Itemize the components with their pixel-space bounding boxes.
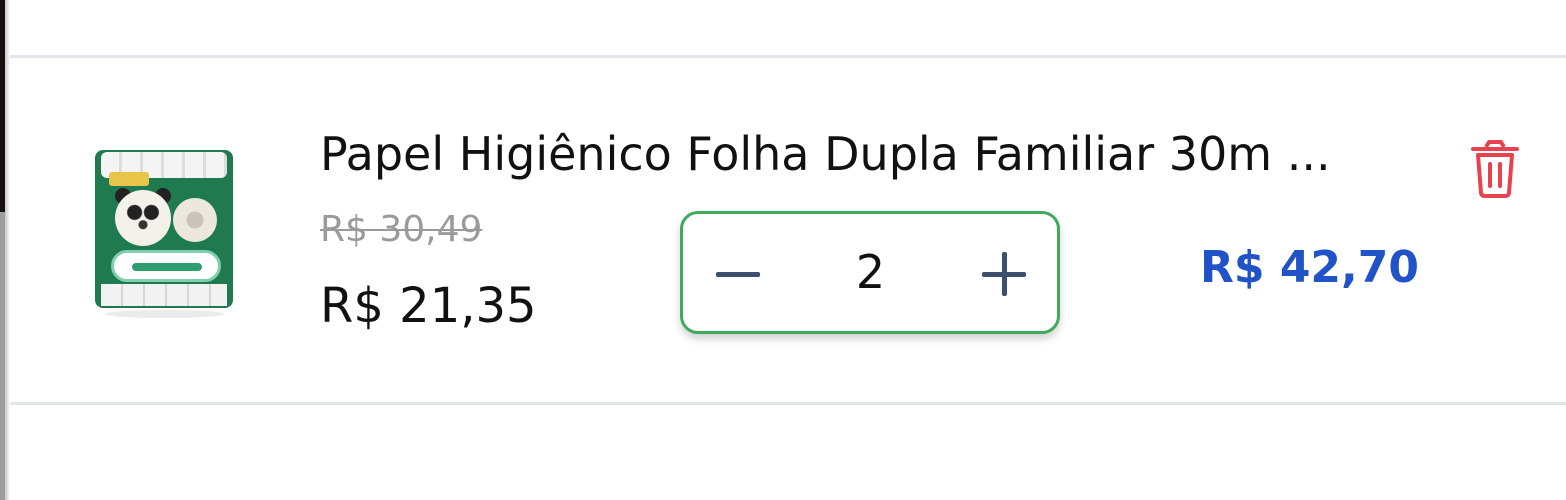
line-total-price: R$ 42,70 — [1200, 242, 1419, 293]
toilet-paper-package-icon — [95, 150, 233, 308]
product-image[interactable] — [95, 150, 245, 366]
divider-bottom — [10, 402, 1566, 405]
trash-icon — [1471, 140, 1519, 198]
quantity-input[interactable] — [803, 242, 938, 302]
cart-item-row: Papel Higiênico Folha Dupla Familiar 30m… — [10, 58, 1566, 402]
remove-item-button[interactable] — [1465, 138, 1525, 200]
old-price: R$ 30,49 — [320, 209, 483, 250]
quantity-stepper — [680, 211, 1060, 334]
unit-price: R$ 21,35 — [320, 278, 537, 334]
cart-page: Papel Higiênico Folha Dupla Familiar 30m… — [0, 0, 1566, 500]
decrease-quantity-button[interactable] — [703, 238, 773, 308]
increase-quantity-button[interactable] — [969, 238, 1039, 308]
minus-icon — [716, 272, 760, 277]
window-edge — [0, 0, 10, 500]
product-name[interactable]: Papel Higiênico Folha Dupla Familiar 30m… — [320, 124, 1410, 184]
